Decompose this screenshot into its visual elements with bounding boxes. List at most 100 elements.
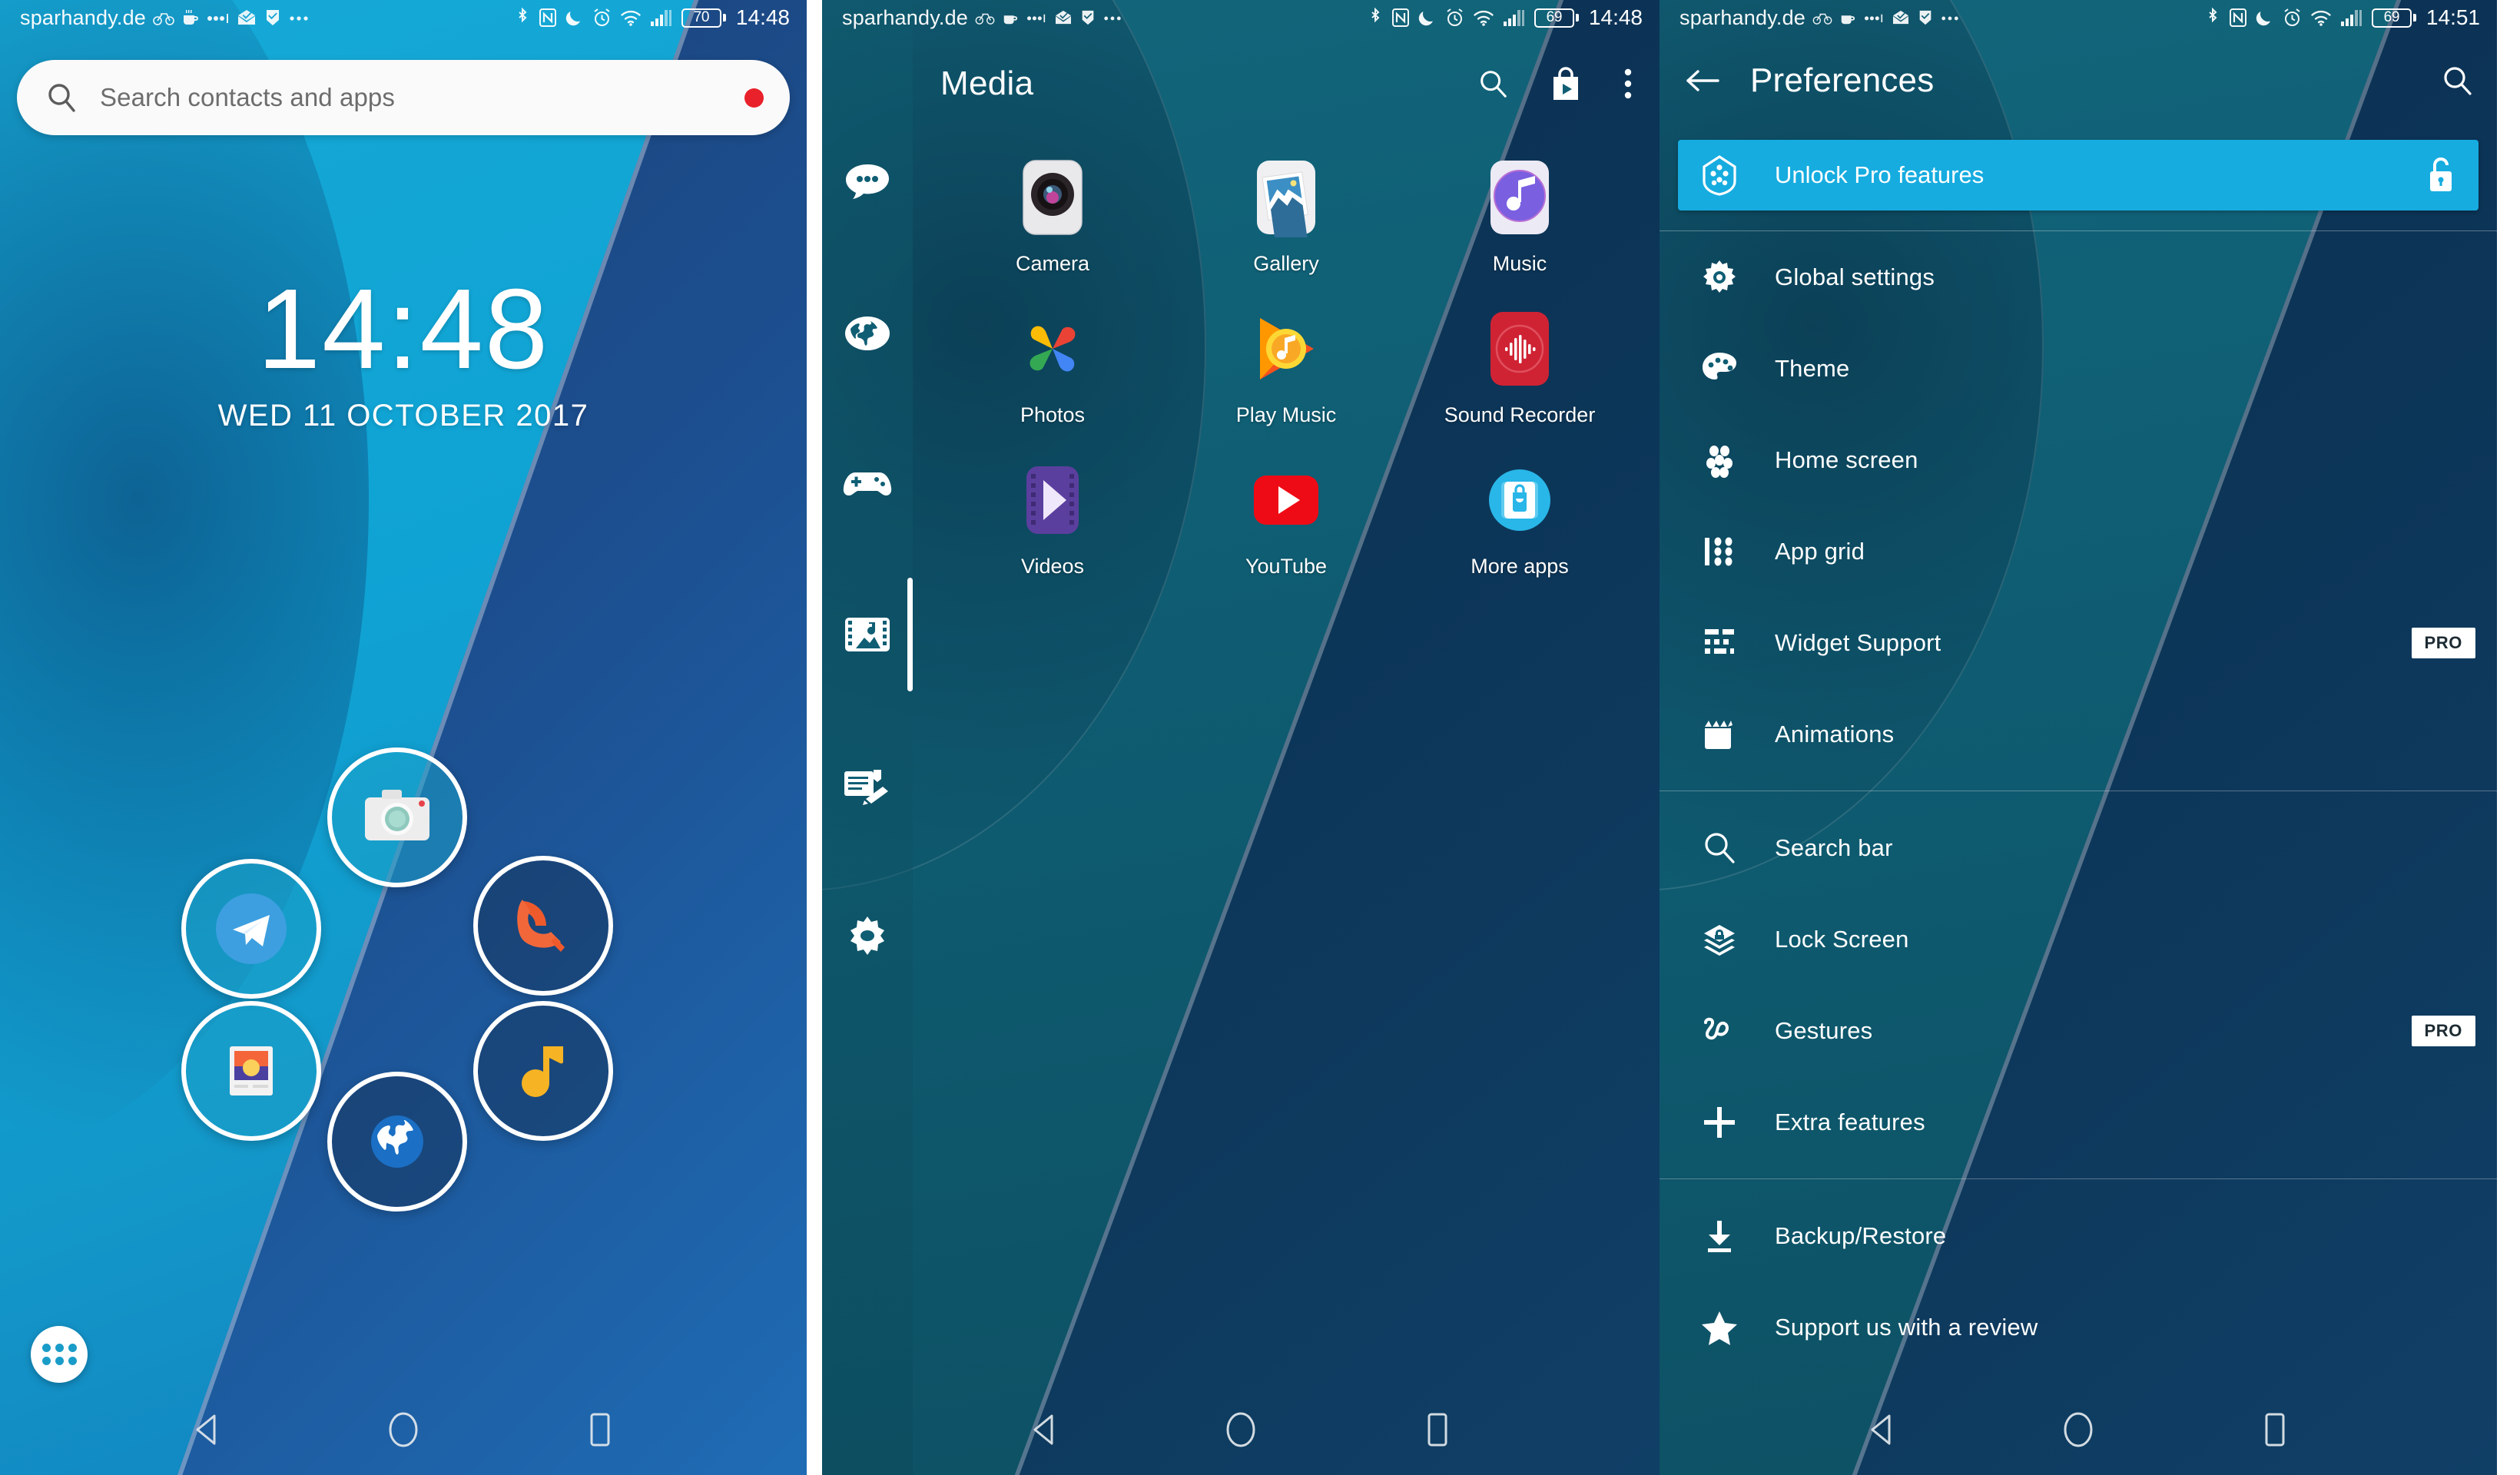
app-label: Sound Recorder: [1444, 403, 1596, 426]
do-not-disturb-moon-icon: [1418, 8, 1437, 28]
bicycle-icon: [975, 11, 995, 25]
back-arrow-icon[interactable]: [1684, 65, 1721, 96]
search-icon[interactable]: [1477, 68, 1509, 100]
youtube-icon: [1242, 456, 1330, 544]
drawer-app-sound-recorder[interactable]: Sound Recorder: [1403, 305, 1636, 427]
overflow-menu-icon[interactable]: [1623, 67, 1633, 101]
pref-row-extra-features[interactable]: Extra features: [1660, 1076, 2497, 1168]
battery-percent: 69: [2371, 8, 2412, 28]
home-icon-telegram[interactable]: [181, 859, 321, 999]
drawer-category-internet[interactable]: [822, 258, 913, 409]
play-music-icon: [1242, 305, 1330, 393]
section-divider: [1660, 1178, 2497, 1179]
pro-badge: PRO: [2411, 1015, 2475, 1046]
search-input[interactable]: Search contacts and apps: [100, 83, 744, 112]
drawer-category-games[interactable]: [822, 409, 913, 559]
pref-row-animations[interactable]: Animations: [1660, 688, 2497, 780]
navigation-bar-home: [0, 1384, 807, 1475]
pref-row-home-screen[interactable]: Home screen: [1660, 414, 2497, 505]
gesture-squiggle-icon: [1698, 1013, 1741, 1049]
drawer-category-communication[interactable]: [822, 108, 913, 258]
unlock-pro-banner[interactable]: Unlock Pro features: [1678, 140, 2479, 210]
checkmark-flag-icon: [1917, 9, 1934, 26]
phone-screen-home: sparhandy.de 70 14:48 Search contacts an…: [0, 0, 807, 1475]
phone-icon: [497, 880, 589, 972]
home-icon-gallery[interactable]: [181, 1001, 321, 1141]
pref-row-widget-support[interactable]: Widget Support PRO: [1660, 597, 2497, 688]
pref-row-theme[interactable]: Theme: [1660, 323, 2497, 414]
navigation-bar-preferences: [1660, 1384, 2497, 1475]
bicycle-icon: [153, 10, 174, 25]
alarm-clock-icon: [1445, 8, 1464, 28]
drawer-app-gallery[interactable]: Gallery: [1169, 154, 1403, 276]
widget-icon: [1698, 625, 1741, 661]
do-not-disturb-moon-icon: [2256, 8, 2274, 28]
pref-row-global-settings[interactable]: Global settings: [1660, 231, 2497, 323]
alarm-clock-icon: [592, 8, 612, 28]
pref-row-backup-restore[interactable]: Backup/Restore: [1660, 1190, 2497, 1281]
search-icon: [1698, 830, 1741, 867]
overflow-dots-icon: [1103, 14, 1122, 22]
home-circle-icon[interactable]: [1223, 1410, 1258, 1450]
back-triangle-icon[interactable]: [1865, 1412, 1899, 1447]
drawer-app-camera[interactable]: Camera: [936, 154, 1169, 276]
search-bar[interactable]: Search contacts and apps: [17, 60, 790, 135]
back-triangle-icon[interactable]: [1028, 1412, 1062, 1447]
coffee-cup-icon: [181, 8, 200, 27]
drawer-app-videos[interactable]: Videos: [936, 456, 1169, 578]
pref-label: Global settings: [1775, 263, 1935, 290]
app-drawer-button[interactable]: [31, 1326, 88, 1383]
home-icon-phone[interactable]: [473, 856, 613, 996]
pro-shield-icon: [1698, 154, 1741, 196]
search-icon[interactable]: [2440, 64, 2474, 98]
page-title: Preferences: [1750, 61, 1935, 99]
gamepad-icon: [843, 468, 892, 500]
sound-recorder-icon: [1476, 305, 1563, 393]
pref-row-gestures[interactable]: Gestures PRO: [1660, 985, 2497, 1076]
app-label: Photos: [1020, 403, 1086, 426]
app-label: Play Music: [1235, 403, 1337, 426]
recents-square-icon[interactable]: [2257, 1410, 2291, 1449]
drawer-app-more-apps[interactable]: More apps: [1403, 456, 1636, 578]
recents-square-icon[interactable]: [582, 1410, 616, 1449]
drawer-category-media[interactable]: [822, 559, 913, 710]
status-bar-clock: 14:51: [2426, 5, 2480, 29]
home-icon-browser[interactable]: [327, 1072, 467, 1211]
music-note-icon: [497, 1025, 589, 1117]
drawer-app-photos[interactable]: Photos: [936, 305, 1169, 427]
drawer-app-music[interactable]: Music: [1403, 154, 1636, 276]
pref-row-support-review[interactable]: Support us with a review: [1660, 1281, 2497, 1373]
app-grid-icon: [1698, 533, 1741, 570]
home-icon-camera[interactable]: [327, 747, 467, 887]
drawer-category-tools[interactable]: [822, 860, 913, 1011]
drawer-app-play-music[interactable]: Play Music: [1169, 305, 1403, 427]
pref-row-app-grid[interactable]: App grid: [1660, 505, 2497, 597]
back-triangle-icon[interactable]: [191, 1412, 224, 1447]
camera-app-icon: [351, 771, 443, 863]
drawer-category-documents[interactable]: [822, 710, 913, 860]
camera-app-icon: [1009, 154, 1096, 241]
bicycle-icon: [1812, 11, 1832, 25]
globe-icon: [843, 312, 892, 355]
play-store-bag-icon[interactable]: [1550, 66, 1581, 101]
pref-label: App grid: [1775, 537, 1865, 565]
drawer-app-youtube[interactable]: YouTube: [1169, 456, 1403, 578]
gear-icon: [1698, 258, 1741, 297]
home-circle-icon[interactable]: [386, 1410, 421, 1450]
search-indicator-dot[interactable]: [744, 88, 764, 108]
pref-label: Lock Screen: [1775, 925, 1909, 953]
recents-square-icon[interactable]: [1420, 1410, 1454, 1449]
media-film-icon: [844, 613, 891, 656]
app-drawer-icon: [41, 1344, 77, 1365]
gallery-icon: [205, 1025, 297, 1117]
drawer-header: Media: [913, 43, 1660, 124]
home-icon-music[interactable]: [473, 1001, 613, 1141]
home-circle-icon[interactable]: [2061, 1410, 2096, 1450]
pref-row-lock-screen[interactable]: Lock Screen: [1660, 893, 2497, 985]
app-label: Videos: [1020, 555, 1085, 578]
wifi-icon: [2310, 8, 2332, 27]
document-edit-icon: [843, 765, 892, 805]
panel-divider-1: [807, 0, 822, 1475]
layers-icon: [1698, 922, 1741, 957]
pref-row-search-bar[interactable]: Search bar: [1660, 802, 2497, 893]
